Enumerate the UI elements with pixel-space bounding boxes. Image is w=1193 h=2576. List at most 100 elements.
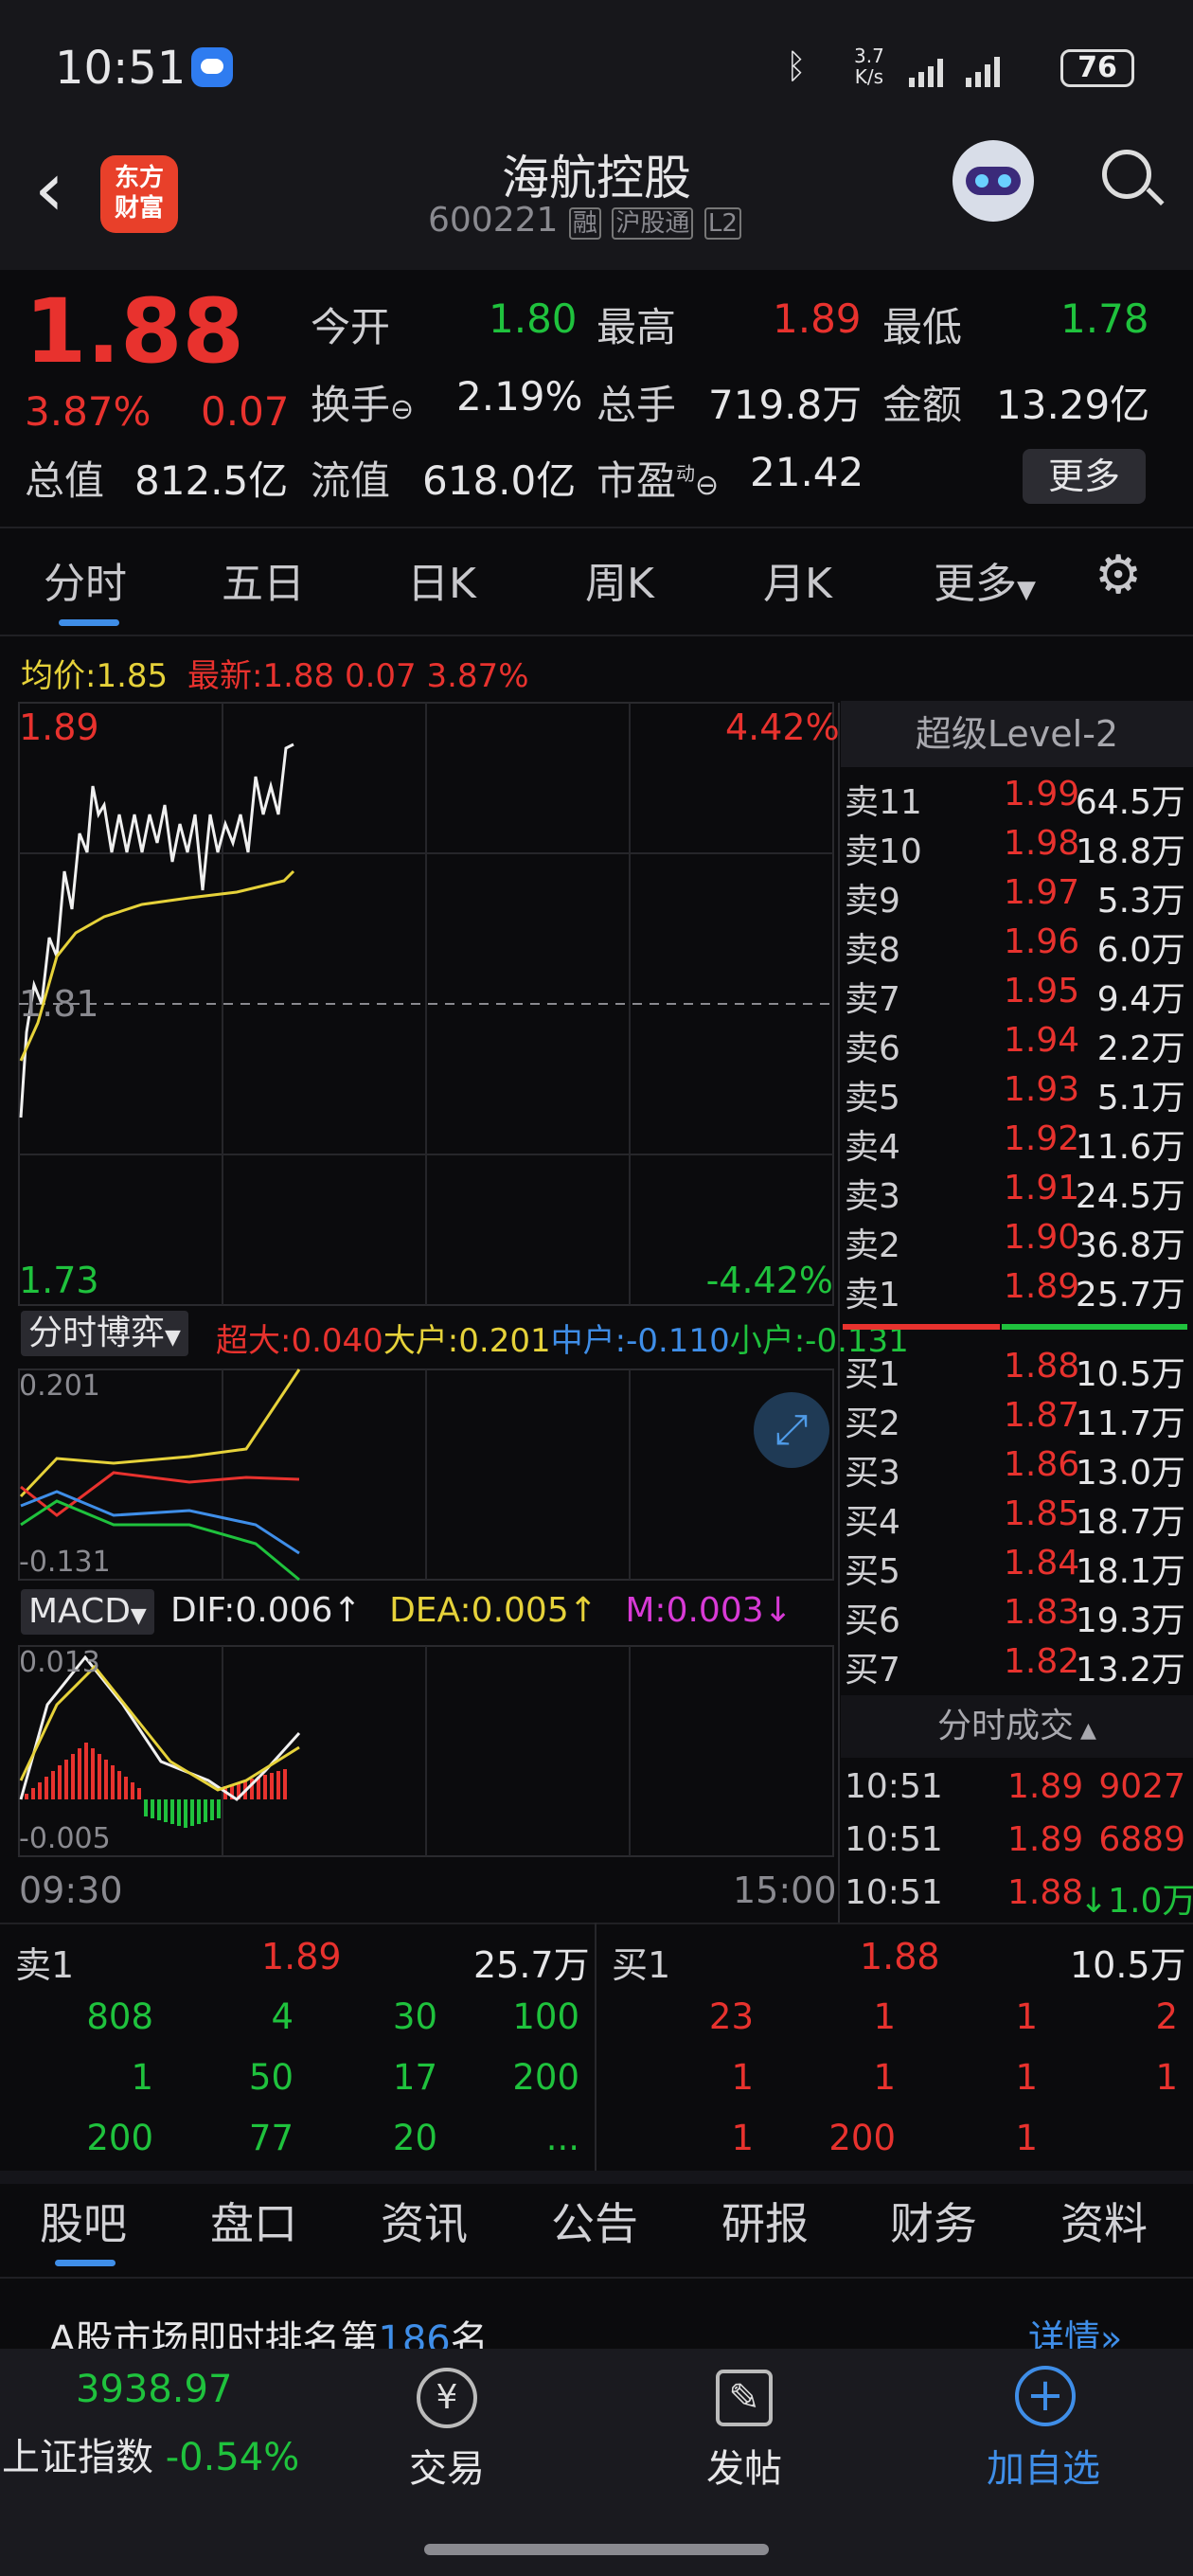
queue-cell: 200	[512, 2057, 579, 2098]
tab-news[interactable]: 资讯	[381, 2190, 468, 2252]
ask-row-volume: 64.5万	[1075, 783, 1185, 822]
ask-row-label: 卖11	[845, 783, 922, 822]
bid-row-volume: 18.7万	[1075, 1503, 1185, 1542]
fund-axis-top: 0.201	[19, 1369, 100, 1403]
index-value[interactable]: 3938.97	[76, 2368, 232, 2411]
queue-divider	[595, 1923, 596, 2171]
bid-row-label: 买3	[845, 1454, 900, 1493]
ask-row-label: 卖5	[845, 1079, 900, 1118]
divider	[0, 1923, 1193, 1924]
nav-post-label[interactable]: 发帖	[706, 2438, 782, 2493]
macd-histogram-bar	[190, 1799, 194, 1826]
macd-histogram-bar	[204, 1799, 207, 1822]
price-axis-bottom: 1.73	[19, 1260, 99, 1301]
trade-row-volume: ↓1.0万	[1079, 1882, 1193, 1921]
fund-flow-legend: 超大:0.040大户:0.201中户:-0.110小户:-0.131	[216, 1322, 909, 1360]
macd-histogram-bar	[98, 1754, 101, 1799]
fund-flow-selector[interactable]: 分时博弈▼	[21, 1311, 188, 1356]
macd-histogram-bar	[177, 1799, 181, 1826]
expand-icon[interactable]: ⤢	[754, 1392, 829, 1468]
bid-row-volume: 11.7万	[1075, 1404, 1185, 1443]
queue-sell-price: 1.89	[261, 1936, 342, 1977]
tab-announcements[interactable]: 公告	[551, 2190, 638, 2252]
trade-row-volume: 9027	[1098, 1767, 1185, 1806]
queue-cell: 1	[1015, 1996, 1038, 2037]
bid-row-volume: 18.1万	[1075, 1552, 1185, 1591]
ask-row-label: 卖9	[845, 882, 900, 921]
trade-icon[interactable]: ¥	[417, 2368, 477, 2428]
ask-row-label: 卖4	[845, 1128, 900, 1167]
queue-cell: 1	[131, 2057, 153, 2098]
macd-histogram-bar	[38, 1782, 42, 1799]
bid-row-volume: 19.3万	[1075, 1601, 1185, 1640]
dropdown-arrow-icon: ▼	[130, 1604, 147, 1628]
macd-histogram-bar	[217, 1799, 221, 1818]
bid-row-label: 买7	[845, 1651, 900, 1690]
ask-row-label: 卖10	[845, 832, 922, 871]
queue-cell: 77	[248, 2118, 294, 2158]
ask-row-volume: 18.8万	[1075, 832, 1185, 871]
queue-cell: 2	[1155, 1996, 1178, 2037]
section-gap	[0, 2171, 1193, 2184]
index-row[interactable]: 上证指数 -0.54%	[2, 2426, 299, 2481]
queue-buy-price: 1.88	[860, 1936, 940, 1977]
macd-histogram-bar	[78, 1748, 81, 1799]
queue-cell: 1	[873, 2057, 896, 2098]
queue-cell: 1	[1015, 2118, 1038, 2158]
queue-cell: 808	[86, 1996, 153, 2037]
macd-histogram-bar	[170, 1799, 174, 1824]
ask-bar	[843, 1324, 1000, 1330]
ask-row-volume: 11.6万	[1075, 1128, 1185, 1167]
macd-axis-bottom: -0.005	[19, 1822, 111, 1855]
bid-row-label: 买5	[845, 1552, 900, 1591]
macd-histogram-bar	[71, 1754, 75, 1799]
queue-sell-vol: 25.7万	[473, 1944, 590, 1986]
tab-pankou[interactable]: 盘口	[210, 2190, 297, 2252]
macd-selector[interactable]: MACD▼	[21, 1589, 154, 1635]
level2-title[interactable]: 超级Level-2	[841, 701, 1193, 767]
trades-title[interactable]: 分时成交 ▲	[841, 1695, 1193, 1758]
home-indicator[interactable]	[424, 2544, 769, 2555]
queue-cell: 30	[392, 1996, 437, 2037]
ask-row-volume: 9.4万	[1096, 980, 1185, 1019]
macd-histogram-bar	[197, 1799, 201, 1824]
bid-row-label: 买6	[845, 1601, 900, 1640]
post-icon[interactable]: ✎	[716, 2370, 773, 2426]
bid-row-label: 买1	[845, 1355, 900, 1394]
macd-histogram-bar	[184, 1799, 187, 1828]
bid-row-label: 买2	[845, 1404, 900, 1443]
active-bottom-tab-indicator	[55, 2260, 116, 2266]
macd-histogram-bar	[131, 1782, 134, 1799]
queue-cell: ...	[545, 2118, 579, 2158]
nav-add-watchlist-label[interactable]: 加自选	[987, 2438, 1100, 2493]
tab-guba[interactable]: 股吧	[40, 2190, 127, 2252]
ask-row-volume: 5.1万	[1096, 1079, 1185, 1118]
queue-cell: 1	[873, 1996, 896, 2037]
price-axis-mid: 1.81	[19, 983, 99, 1025]
ask-row-volume: 36.8万	[1075, 1226, 1185, 1265]
macd-histogram-bar	[31, 1788, 35, 1799]
macd-histogram-bar	[283, 1769, 287, 1799]
macd-histogram-bar	[137, 1788, 141, 1799]
ask-row-volume: 2.2万	[1096, 1029, 1185, 1068]
dropdown-arrow-icon: ▼	[165, 1326, 181, 1350]
macd-legend: DIF:0.006↑ DEA:0.005↑ M:0.003↓	[170, 1591, 792, 1630]
macd-histogram-bar	[151, 1799, 154, 1818]
tab-finance[interactable]: 财务	[890, 2190, 977, 2252]
price-axis-top: 1.89	[19, 707, 99, 748]
bid-row-volume: 13.2万	[1075, 1651, 1185, 1690]
trade-row-time: 10:51	[845, 1767, 943, 1806]
queue-cell: 200	[828, 2118, 896, 2158]
macd-histogram-bar	[64, 1760, 68, 1799]
queue-buy-label: 买1	[612, 1944, 671, 1986]
ask-row-label: 卖2	[845, 1226, 900, 1265]
queue-cell: 1	[1015, 2057, 1038, 2098]
macd-histogram-bar	[58, 1765, 62, 1799]
nav-trade-label[interactable]: 交易	[409, 2438, 485, 2493]
tab-research[interactable]: 研报	[721, 2190, 809, 2252]
macd-histogram-bar	[164, 1799, 168, 1822]
tab-profile[interactable]: 资料	[1060, 2190, 1148, 2252]
add-watchlist-icon[interactable]: +	[1015, 2366, 1076, 2426]
queue-cell: 4	[271, 1996, 294, 2037]
queue-cell: 20	[392, 2118, 437, 2158]
